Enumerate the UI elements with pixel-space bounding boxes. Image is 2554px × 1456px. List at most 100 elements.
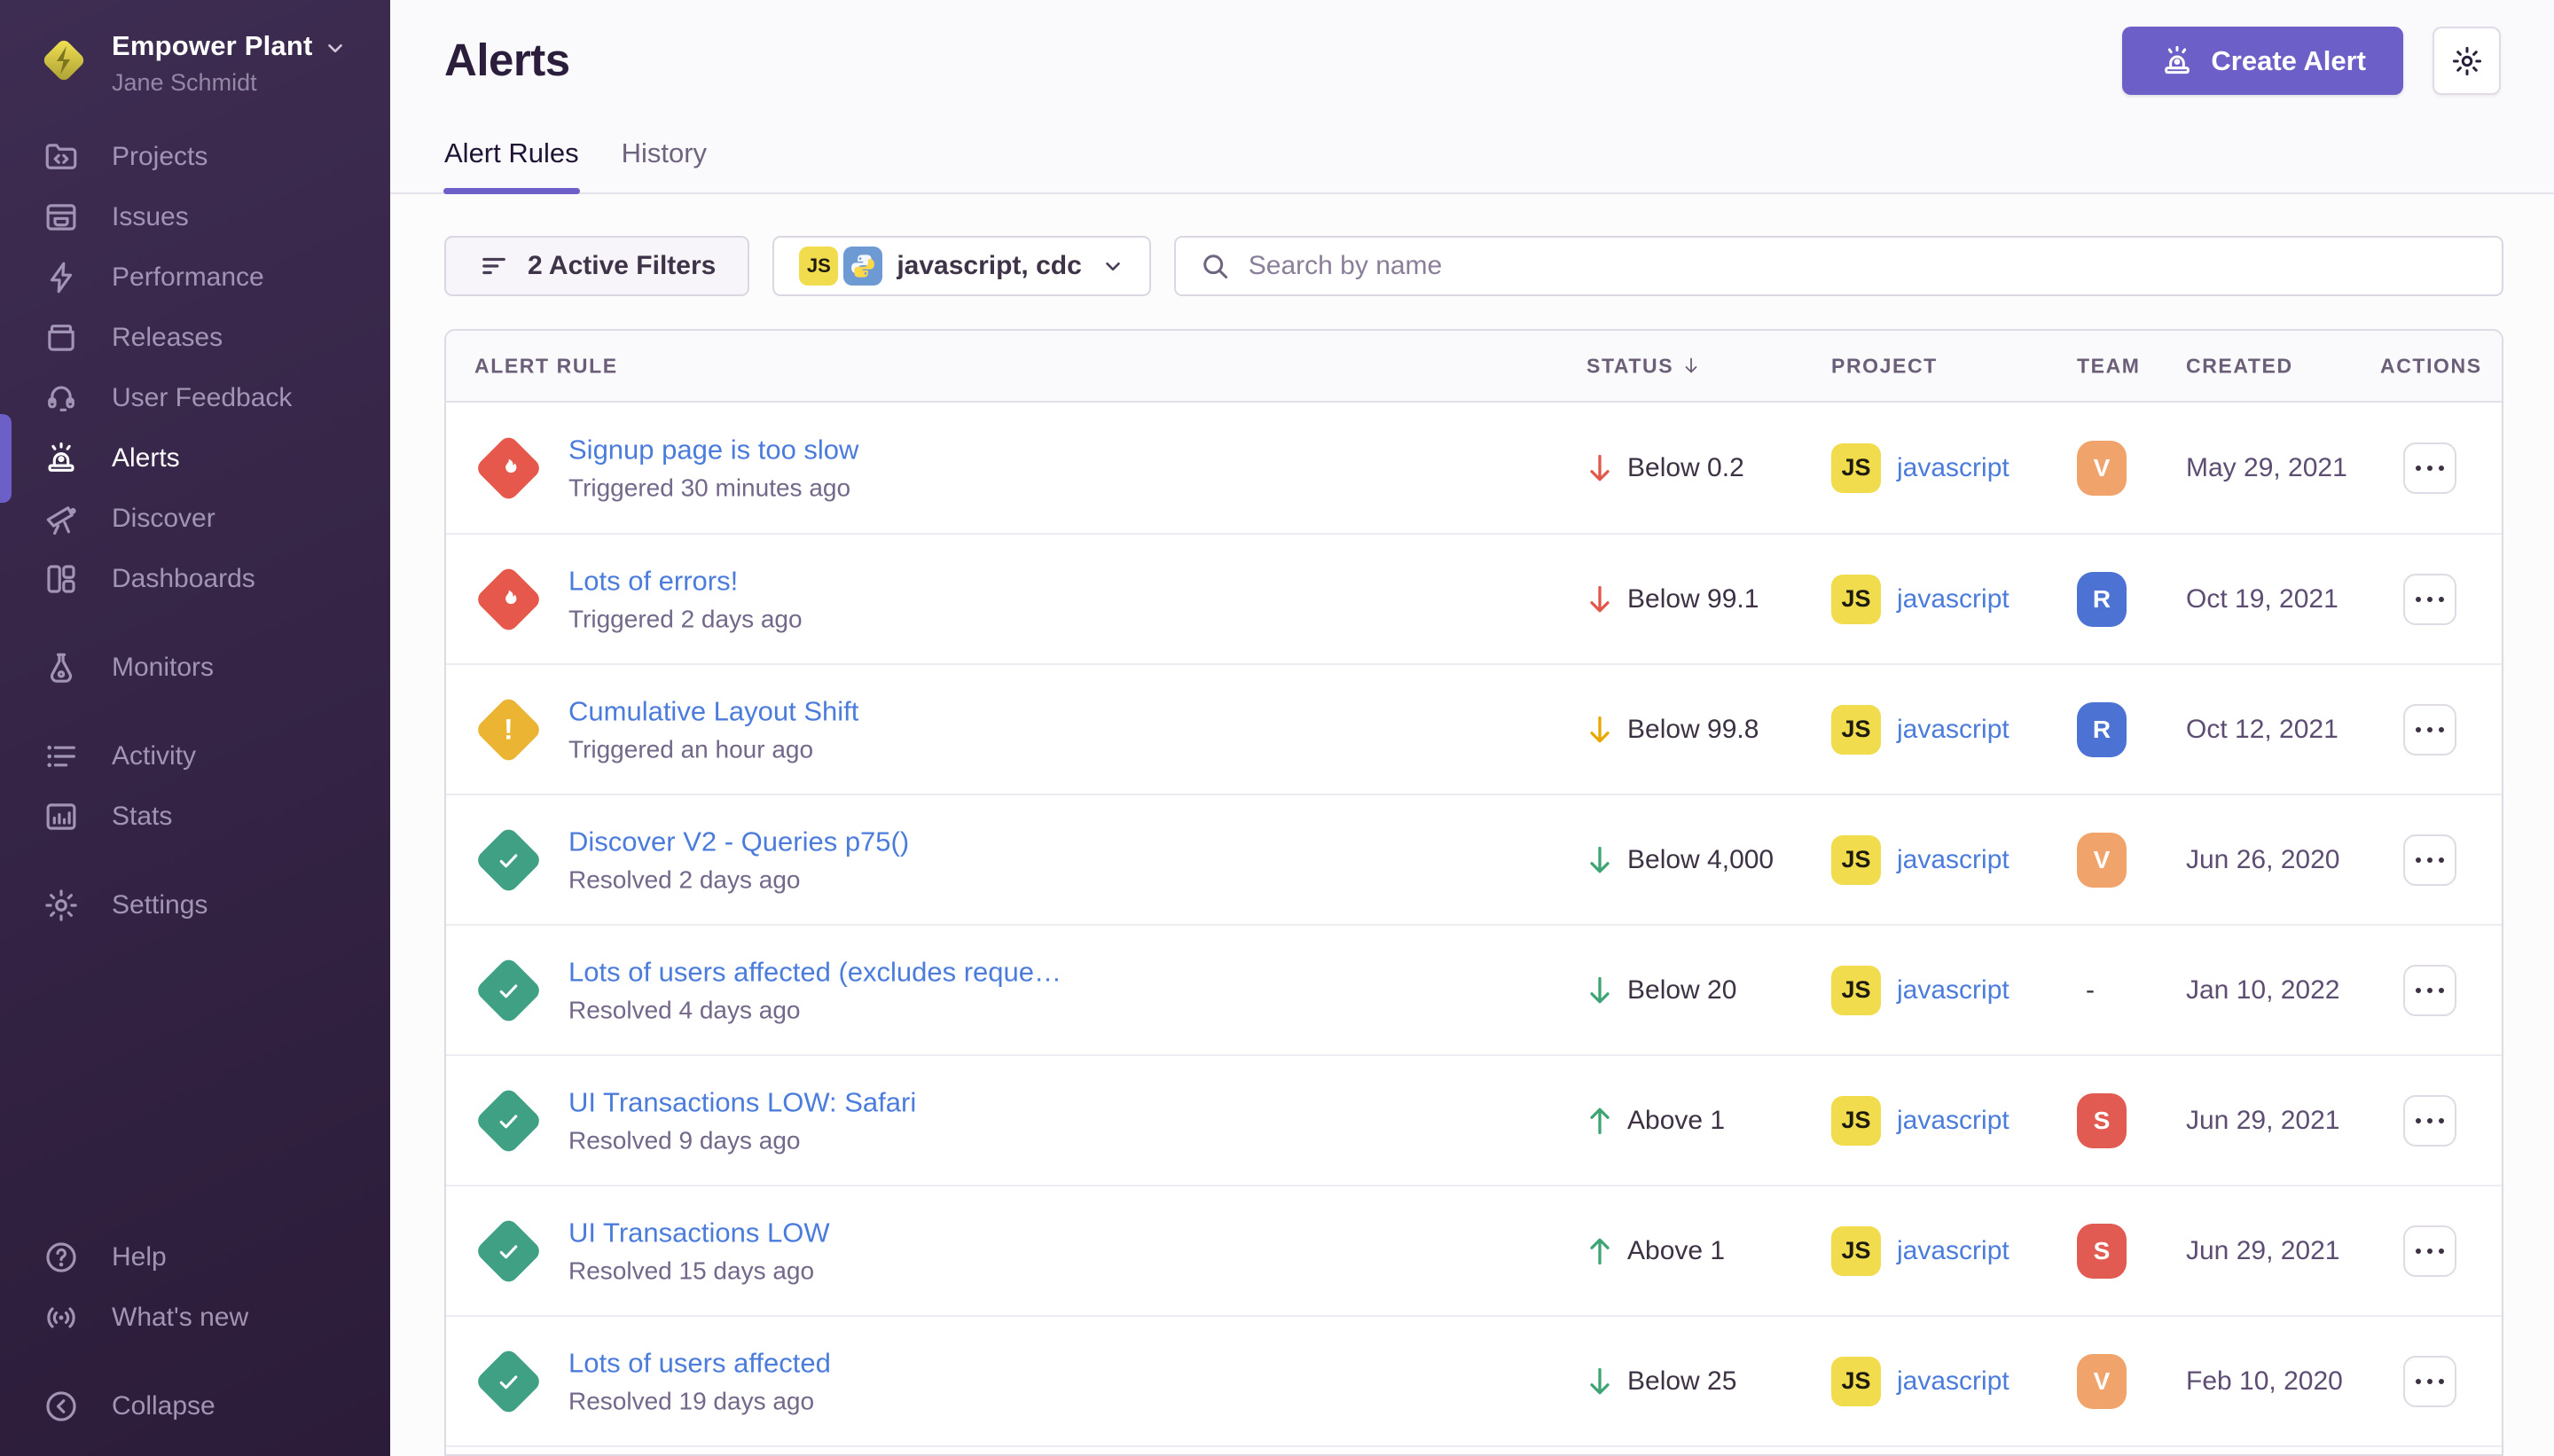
table-header: Alert Rule Status Project Team Created A… [446, 331, 2502, 403]
alert-rule-subtitle: Resolved 9 days ago [568, 1126, 916, 1155]
alert-rule-subtitle: Triggered 30 minutes ago [568, 474, 858, 502]
create-alert-label: Create Alert [2211, 45, 2366, 77]
actions-cell [2403, 1225, 2456, 1277]
sidebar-item-projects[interactable]: Projects [0, 127, 390, 187]
project-link[interactable]: javascript [1897, 1236, 2010, 1266]
project-link[interactable]: javascript [1897, 715, 2010, 745]
tab-history[interactable]: History [622, 137, 707, 194]
alert-rule-cell: UI Transactions LOW: Safari Resolved 9 d… [568, 1086, 916, 1155]
filter-row: 2 Active Filters JS javascript, cdc [444, 236, 2503, 296]
org-switcher[interactable]: Empower Plant Jane Schmidt [35, 28, 347, 97]
search-input[interactable] [1249, 251, 2479, 281]
status-label: Below 20 [1627, 975, 1736, 1006]
sidebar-item-settings[interactable]: Settings [0, 875, 390, 935]
status-down-arrow-icon [1586, 714, 1613, 746]
sidebar-item-help[interactable]: Help [0, 1227, 390, 1288]
alert-rule-subtitle: Resolved 15 days ago [568, 1256, 830, 1285]
sidebar-item-releases[interactable]: Releases [0, 308, 390, 368]
team-avatar[interactable]: V [2077, 833, 2127, 888]
project-link[interactable]: javascript [1897, 453, 2010, 483]
col-team[interactable]: Team [2077, 354, 2141, 378]
sidebar-item-alerts[interactable]: Alerts [0, 428, 390, 489]
row-actions-button[interactable] [2403, 704, 2456, 755]
project-cell: JS javascript [1831, 1096, 2010, 1146]
sidebar-item-what-s-new[interactable]: What's new [0, 1288, 390, 1348]
issues-icon [43, 199, 80, 236]
alert-rule-link[interactable]: Lots of users affected [568, 1347, 831, 1379]
row-actions-button[interactable] [2403, 1225, 2456, 1277]
alert-rule-link[interactable]: Discover V2 - Queries p75() [568, 826, 909, 857]
alert-rule-link[interactable]: Signup page is too slow [568, 434, 858, 466]
alert-rule-subtitle: Triggered an hour ago [568, 735, 858, 763]
create-alert-button[interactable]: Create Alert [2122, 27, 2403, 95]
sidebar-item-collapse[interactable]: Collapse [0, 1376, 390, 1436]
col-status[interactable]: Status [1586, 354, 1702, 378]
performance-icon [43, 259, 80, 296]
alert-rule-link[interactable]: UI Transactions LOW [568, 1217, 830, 1249]
user-feedback-icon [43, 380, 80, 417]
row-actions-button[interactable] [2403, 574, 2456, 625]
sidebar-item-monitors[interactable]: Monitors [0, 638, 390, 698]
row-actions-button[interactable] [2403, 1095, 2456, 1147]
javascript-badge: JS [1831, 966, 1881, 1015]
project-link[interactable]: javascript [1897, 1366, 2010, 1397]
sidebar-item-stats[interactable]: Stats [0, 787, 390, 847]
sidebar-item-activity[interactable]: Activity [0, 726, 390, 787]
created-cell: Oct 19, 2021 [2186, 584, 2339, 614]
javascript-badge: JS [1831, 575, 1881, 624]
table-row: Lots of users affected Resolved 19 days … [446, 1315, 2502, 1445]
col-alert-rule[interactable]: Alert Rule [474, 354, 618, 378]
alert-rules-table: Alert Rule Status Project Team Created A… [444, 329, 2503, 1456]
page-header: Alerts Create Alert Alert Rules His [390, 0, 2554, 194]
row-actions-button[interactable] [2403, 965, 2456, 1016]
team-avatar[interactable]: V [2077, 1354, 2127, 1409]
resolved-check-icon [471, 1096, 545, 1145]
alert-rule-cell: Lots of users affected Resolved 19 days … [568, 1347, 831, 1415]
alert-rule-link[interactable]: Cumulative Layout Shift [568, 695, 858, 727]
team-avatar[interactable]: V [2077, 441, 2127, 496]
active-filters-button[interactable]: 2 Active Filters [444, 236, 749, 296]
col-project[interactable]: Project [1831, 354, 1938, 378]
team-empty: - [2077, 975, 2095, 1005]
status-down-arrow-icon [1586, 1366, 1613, 1397]
project-link[interactable]: javascript [1897, 584, 2010, 614]
sidebar-item-label: Discover [112, 504, 215, 534]
table-row: Lots of errors! Triggered 2 days ago Bel… [446, 533, 2502, 663]
status-label: Below 4,000 [1627, 845, 1774, 875]
alert-rule-link[interactable]: Lots of errors! [568, 565, 803, 597]
created-cell: Oct 12, 2021 [2186, 715, 2339, 745]
status-cell: Below 4,000 [1586, 844, 1774, 876]
sidebar-item-user-feedback[interactable]: User Feedback [0, 368, 390, 428]
col-created[interactable]: Created [2186, 354, 2293, 378]
sidebar-item-performance[interactable]: Performance [0, 247, 390, 308]
project-link[interactable]: javascript [1897, 975, 2010, 1006]
project-cell: JS javascript [1831, 966, 2010, 1015]
sidebar-item-label: Issues [112, 202, 189, 232]
project-link[interactable]: javascript [1897, 845, 2010, 875]
sidebar-item-issues[interactable]: Issues [0, 187, 390, 247]
row-actions-button[interactable] [2403, 834, 2456, 886]
javascript-badge: JS [1831, 1357, 1881, 1406]
javascript-badge: JS [1831, 1226, 1881, 1276]
alert-settings-button[interactable] [2433, 27, 2501, 95]
alert-rule-subtitle: Triggered 2 days ago [568, 605, 803, 633]
project-link[interactable]: javascript [1897, 1106, 2010, 1136]
status-up-arrow-icon [1586, 1235, 1613, 1267]
alert-rule-link[interactable]: UI Transactions LOW: Safari [568, 1086, 916, 1118]
resolved-check-icon [471, 1226, 545, 1275]
team-avatar[interactable]: S [2077, 1093, 2127, 1148]
team-avatar[interactable]: R [2077, 572, 2127, 627]
row-actions-button[interactable] [2403, 442, 2456, 494]
main-content: Alerts Create Alert Alert Rules His [390, 0, 2554, 1456]
tab-alert-rules[interactable]: Alert Rules [444, 137, 579, 194]
sidebar-item-dashboards[interactable]: Dashboards [0, 549, 390, 609]
team-avatar[interactable]: R [2077, 702, 2127, 757]
alert-rule-link[interactable]: Lots of users affected (excludes reque… [568, 956, 1062, 988]
sidebar-item-discover[interactable]: Discover [0, 489, 390, 549]
row-actions-button[interactable] [2403, 1356, 2456, 1407]
status-up-arrow-icon [1586, 1105, 1613, 1137]
team-avatar[interactable]: S [2077, 1224, 2127, 1279]
critical-fire-icon [471, 443, 545, 492]
project-filter-dropdown[interactable]: JS javascript, cdc [772, 236, 1150, 296]
status-cell: Below 0.2 [1586, 452, 1744, 484]
